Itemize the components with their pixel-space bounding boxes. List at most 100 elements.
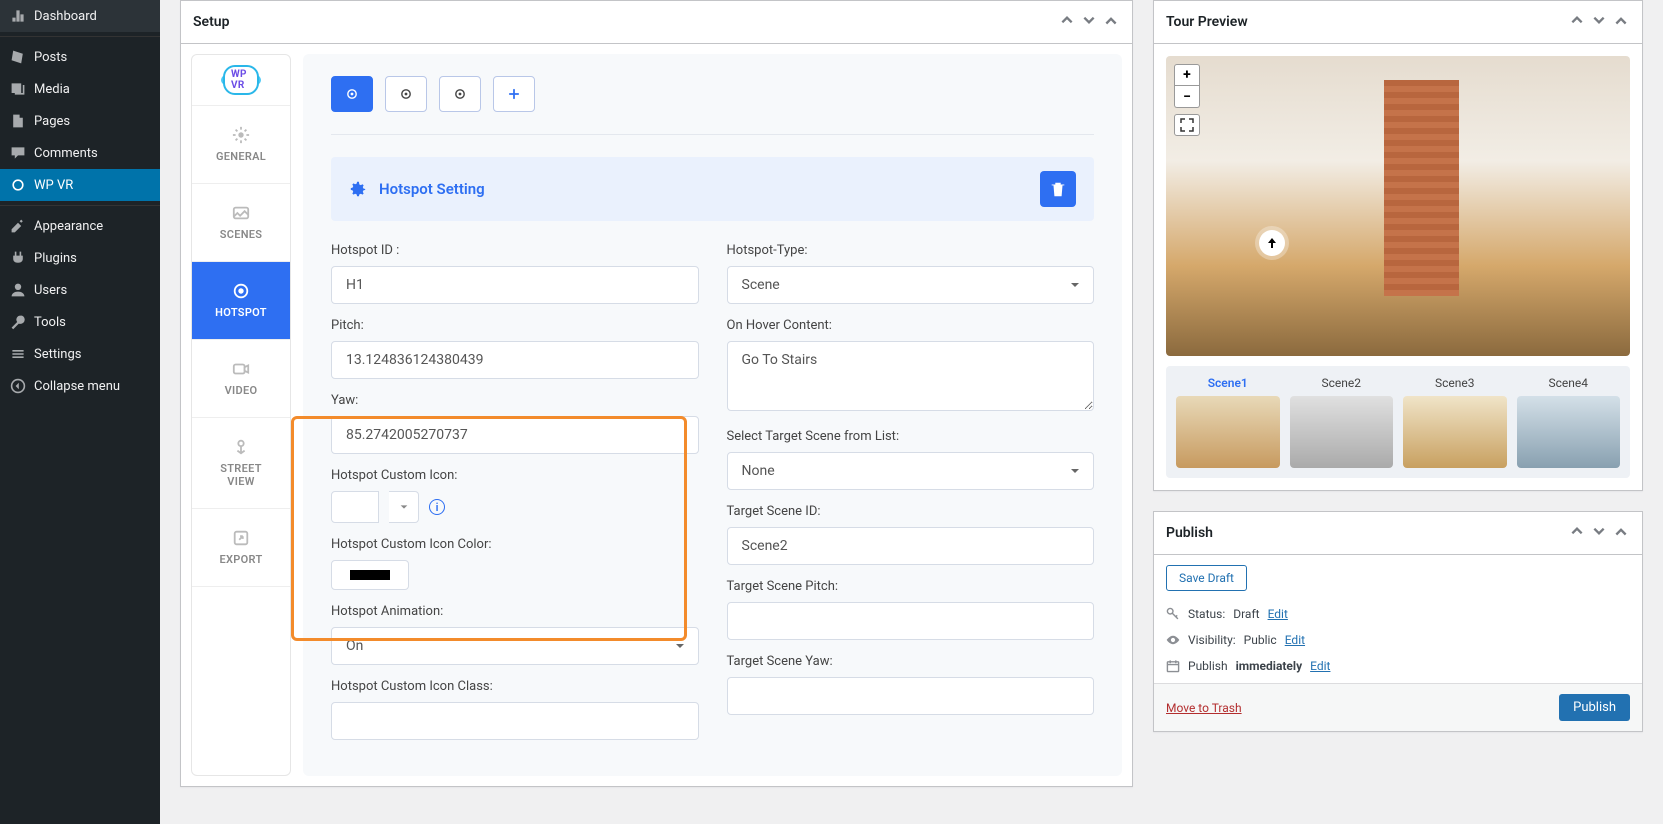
tab-video[interactable]: VIDEO [192,340,290,418]
color-picker[interactable] [331,560,409,590]
menu-plugins[interactable]: Plugins [0,242,160,274]
menu-tools[interactable]: Tools [0,306,160,338]
label: Select Target Scene from List: [727,429,1095,444]
setup-title: Setup [193,14,229,30]
scene-thumb-4[interactable]: Scene4 [1517,376,1621,468]
field-target-list: Select Target Scene from List: None [727,429,1095,490]
hotspot-tab-3[interactable] [439,76,481,112]
calendar-icon [1166,659,1180,673]
tour-preview-viewport[interactable]: + − [1166,56,1630,356]
thumb-image [1517,396,1621,468]
menu-pages[interactable]: Pages [0,105,160,137]
hotspot-tab-2[interactable] [385,76,427,112]
hotspot-setting-title: Hotspot Setting [379,180,485,198]
menu-media[interactable]: Media [0,73,160,105]
label: Hotspot Custom Icon Class: [331,679,699,694]
target-scene-select[interactable]: None [727,452,1095,490]
thumb-label: Scene2 [1290,376,1394,390]
setup-up-icon[interactable] [1058,11,1076,33]
tab-scenes[interactable]: SCENES [192,184,290,262]
fullscreen-button[interactable] [1174,114,1200,136]
hotspot-tab-1[interactable] [331,76,373,112]
preview-toggle-icon[interactable] [1612,11,1630,33]
target-id-input[interactable] [727,527,1095,565]
menu-label: Posts [34,50,67,65]
label: Hotspot Custom Icon: [331,468,699,483]
preview-up-icon[interactable] [1568,11,1586,33]
on-hover-textarea[interactable]: Go To Stairs [727,341,1095,411]
setup-toggle-icon[interactable] [1102,11,1120,33]
label: Visibility: [1188,633,1236,647]
hotspot-id-input[interactable] [331,266,699,304]
save-draft-button[interactable]: Save Draft [1166,565,1247,591]
menu-comments[interactable]: Comments [0,137,160,169]
scene-thumb-2[interactable]: Scene2 [1290,376,1394,468]
icon-swatch[interactable] [331,491,379,523]
hotspot-add-button[interactable] [493,76,535,112]
thumb-image [1176,396,1280,468]
status-edit-link[interactable]: Edit [1268,607,1288,621]
tab-export[interactable]: EXPORT [192,509,290,587]
tab-label: STREET VIEW [220,462,262,488]
publish-button[interactable]: Publish [1559,694,1630,721]
yaw-input[interactable] [331,416,699,454]
menu-label: Media [34,82,70,97]
tour-preview-title: Tour Preview [1166,14,1248,30]
hotspot-panel: Hotspot Setting Hotspot ID : Pi [303,54,1122,776]
move-to-trash-link[interactable]: Move to Trash [1166,701,1242,715]
label: Hotspot-Type: [727,243,1095,258]
menu-collapse[interactable]: Collapse menu [0,370,160,402]
scene-thumb-1[interactable]: Scene1 [1176,376,1280,468]
menu-label: Tools [34,315,66,330]
setup-down-icon[interactable] [1080,11,1098,33]
publish-down-icon[interactable] [1590,522,1608,544]
tab-general[interactable]: GENERAL [192,106,290,184]
hotspot-type-select[interactable]: Scene [727,266,1095,304]
label: Pitch: [331,318,699,333]
scene-thumb-3[interactable]: Scene3 [1403,376,1507,468]
menu-appearance[interactable]: Appearance [0,210,160,242]
zoom-in-button[interactable]: + [1174,64,1200,86]
thumb-label: Scene3 [1403,376,1507,390]
menu-label: Plugins [34,251,77,266]
field-icon-class: Hotspot Custom Icon Class: [331,679,699,740]
tab-hotspot[interactable]: HOTSPOT [192,262,290,340]
icon-dropdown[interactable] [389,491,419,523]
field-icon-color: Hotspot Custom Icon Color: [331,537,699,590]
publish-toggle-icon[interactable] [1612,522,1630,544]
preview-down-icon[interactable] [1590,11,1608,33]
target-yaw-input[interactable] [727,677,1095,715]
eye-icon [1166,633,1180,647]
setup-header: Setup [181,1,1132,44]
menu-posts[interactable]: Posts [0,41,160,73]
icon-class-input[interactable] [331,702,699,740]
zoom-out-button[interactable]: − [1174,86,1200,108]
hotspot-nav [331,76,1094,112]
field-hotspot-type: Hotspot-Type: Scene [727,243,1095,304]
animation-select[interactable]: On [331,627,699,665]
pitch-input[interactable] [331,341,699,379]
arrow-up-icon [1266,237,1278,249]
field-target-pitch: Target Scene Pitch: [727,579,1095,640]
menu-dashboard[interactable]: Dashboard [0,0,160,32]
visibility-edit-link[interactable]: Edit [1285,633,1305,647]
info-icon[interactable]: i [429,499,445,515]
label: Target Scene Yaw: [727,654,1095,669]
delete-hotspot-button[interactable] [1040,171,1076,207]
hotspot-marker[interactable] [1259,230,1285,256]
publish-edit-link[interactable]: Edit [1310,659,1330,673]
target-pitch-input[interactable] [727,602,1095,640]
publish-up-icon[interactable] [1568,522,1586,544]
label: Hotspot Animation: [331,604,699,619]
status-row: Status: Draft Edit [1166,601,1630,627]
menu-label: Dashboard [34,9,97,24]
menu-wpvr[interactable]: WP VR [0,169,160,201]
hotspot-setting-card: Hotspot Setting [331,157,1094,221]
tab-logo: WP VR [192,55,290,106]
menu-label: Collapse menu [34,379,120,394]
publish-date-row: Publish immediately Edit [1166,653,1630,679]
menu-settings[interactable]: Settings [0,338,160,370]
thumb-image [1403,396,1507,468]
tab-street-view[interactable]: STREET VIEW [192,418,290,509]
menu-users[interactable]: Users [0,274,160,306]
